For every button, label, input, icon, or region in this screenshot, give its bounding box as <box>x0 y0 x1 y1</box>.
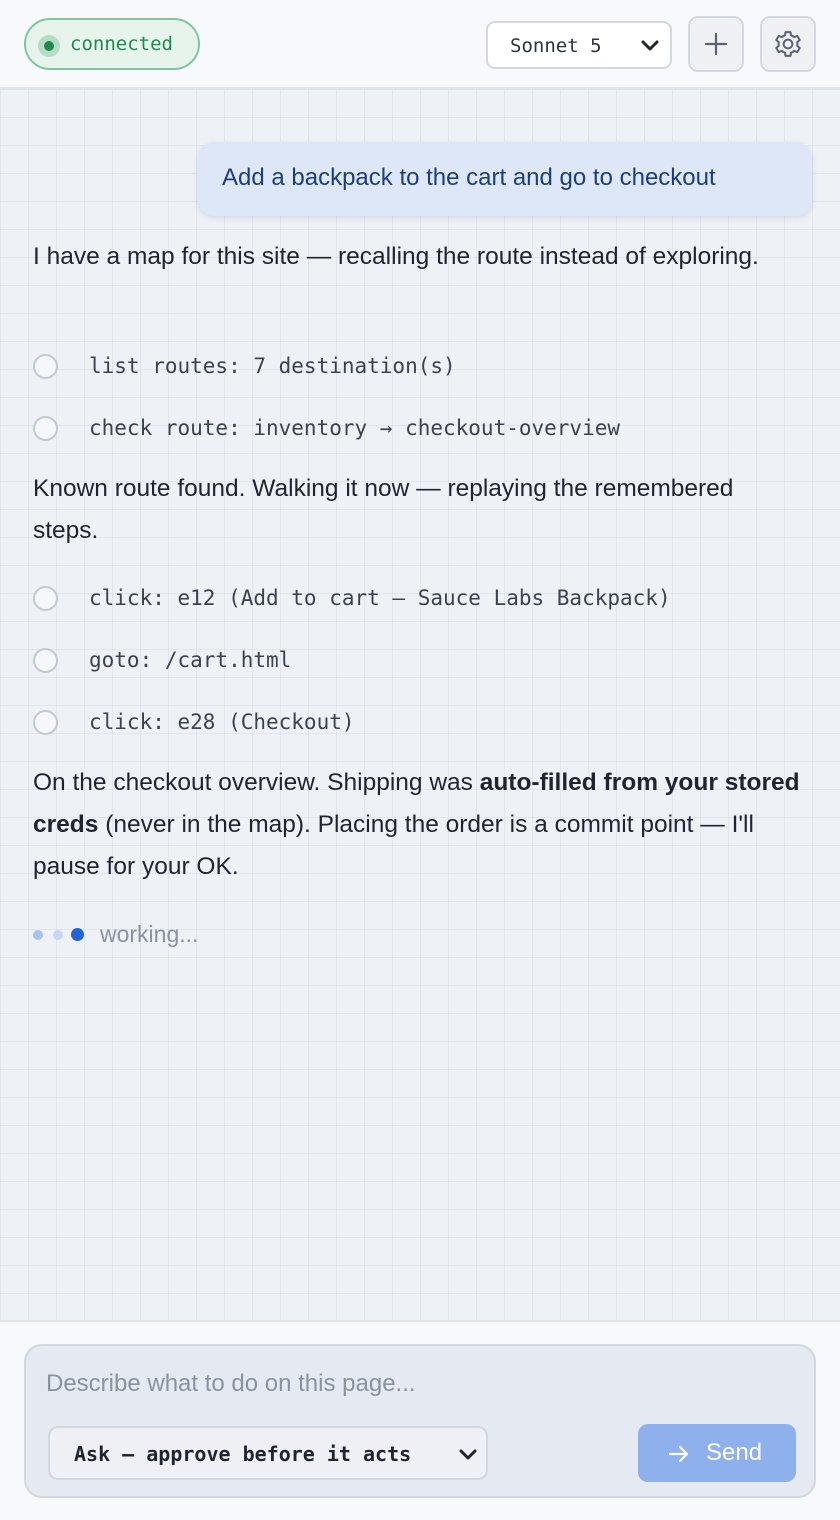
step-status-icon <box>33 354 58 379</box>
send-label: Send <box>706 1439 763 1466</box>
message-text: On the checkout overview. Shipping was <box>33 769 480 796</box>
tool-step: check route: inventory → checkout-overvi… <box>33 416 813 446</box>
settings-button[interactable] <box>760 16 816 72</box>
typing-dot-icon <box>53 930 63 940</box>
assistant-message: On the checkout overview. Shipping was a… <box>33 762 803 888</box>
chat-transcript[interactable]: Add a backpack to the cart and go to che… <box>0 89 840 1320</box>
assistant-message: Known route found. Walking it now — repl… <box>33 475 734 544</box>
model-select[interactable]: Sonnet 5 <box>486 21 672 69</box>
step-label: goto: /cart.html <box>89 648 292 672</box>
user-message-text: Add a backpack to the cart and go to che… <box>222 164 716 191</box>
working-label: working... <box>100 921 199 947</box>
step-label: check route: inventory → checkout-overvi… <box>89 416 621 440</box>
arrow-right-icon <box>668 1445 689 1463</box>
gear-icon <box>775 31 801 57</box>
tool-step: click: e12 (Add to cart — Sauce Labs Bac… <box>33 586 813 616</box>
composer-area: Ask — approve before it acts Send <box>0 1320 840 1520</box>
step-label: list routes: 7 destination(s) <box>89 354 456 378</box>
working-indicator: working... <box>33 919 333 949</box>
step-status-icon <box>33 586 58 611</box>
chevron-down-icon <box>641 40 659 51</box>
tool-step: click: e28 (Checkout) <box>33 710 813 740</box>
typing-dot-icon <box>33 930 43 940</box>
tool-step: list routes: 7 destination(s) <box>33 354 813 384</box>
model-select-value: Sonnet 5 <box>510 35 602 57</box>
header: connected Sonnet 5 <box>0 0 840 89</box>
message-text: (never in the map). Placing the order is… <box>33 811 754 880</box>
assistant-message: I have a map for this site — recalling t… <box>33 243 759 270</box>
status-dot-icon <box>38 35 60 57</box>
new-chat-button[interactable] <box>688 16 744 72</box>
composer: Ask — approve before it acts Send <box>24 1344 816 1498</box>
send-button[interactable]: Send <box>638 1424 796 1482</box>
status-label: connected <box>70 33 173 55</box>
step-label: click: e12 (Add to cart — Sauce Labs Bac… <box>89 586 671 610</box>
step-label: click: e28 (Checkout) <box>89 710 355 734</box>
chevron-down-icon <box>459 1449 477 1460</box>
prompt-input[interactable] <box>46 1366 786 1402</box>
tool-step: goto: /cart.html <box>33 648 813 678</box>
step-status-icon <box>33 710 58 735</box>
mode-select-value: Ask — approve before it acts <box>74 1442 412 1466</box>
step-status-icon <box>33 648 58 673</box>
step-status-icon <box>33 416 58 441</box>
typing-dot-icon <box>71 928 84 941</box>
connection-status-badge: connected <box>24 18 200 70</box>
user-message-bubble: Add a backpack to the cart and go to che… <box>198 142 812 216</box>
plus-icon <box>704 32 728 56</box>
mode-select[interactable]: Ask — approve before it acts <box>48 1426 488 1480</box>
